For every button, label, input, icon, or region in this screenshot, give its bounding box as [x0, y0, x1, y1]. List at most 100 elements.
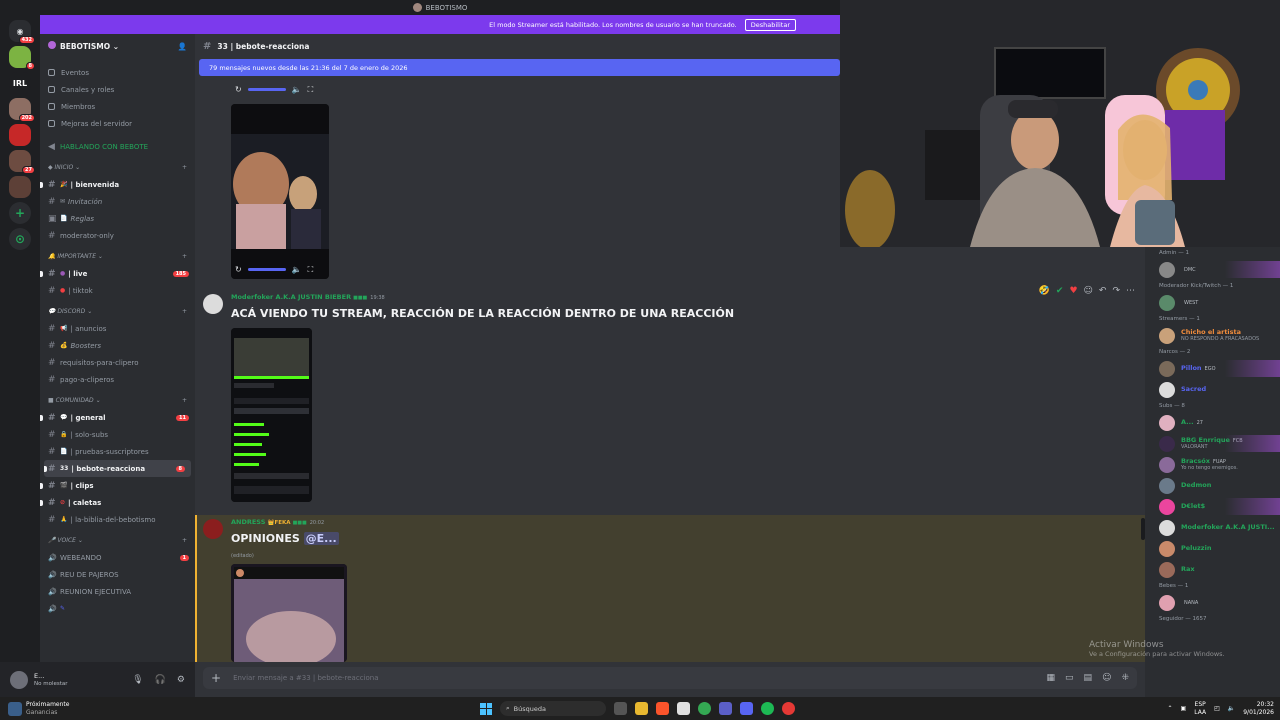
replay-icon[interactable]: ↻ — [235, 265, 242, 274]
weather-widget[interactable]: Próximamente Ganancias — [0, 701, 69, 716]
taskbar-search[interactable]: ⌕ Búsqueda — [500, 701, 606, 716]
volume-slider[interactable] — [247, 88, 286, 91]
image-attachment[interactable] — [231, 564, 347, 662]
category-voice[interactable]: 🎤 VOICE ⌄ + — [40, 532, 195, 549]
category-discord[interactable]: 💬 DISCORD ⌄ + — [40, 303, 195, 320]
sticker-icon[interactable]: ▤ — [1084, 673, 1093, 683]
server-icon-irl[interactable]: IRL — [9, 72, 31, 94]
channel-clips[interactable]: # 🎬 | clips — [40, 477, 195, 494]
volume-icon[interactable]: 🔈 — [292, 265, 302, 274]
author-avatar[interactable] — [203, 294, 223, 314]
voice-webeando[interactable]: 🔊 WEBEANDO 1 — [40, 549, 195, 566]
direct-messages-button[interactable]: ◉ 432 — [9, 20, 35, 44]
member-row[interactable]: WEST — [1145, 292, 1280, 313]
user-avatar[interactable] — [10, 670, 28, 689]
taskbar-clock[interactable]: 20:32 9/01/2026 — [1243, 701, 1274, 717]
channel-anuncios[interactable]: # 📢 | anuncios — [40, 320, 195, 337]
server-icon-3[interactable] — [9, 124, 31, 146]
settings-gear-icon[interactable]: ⚙ — [177, 675, 185, 685]
headphones-icon[interactable]: 🎧 — [155, 675, 166, 685]
member-row[interactable]: Moderfoker A.K.A JUSTI... — [1145, 517, 1280, 538]
apps-icon[interactable]: ⁜ — [1121, 673, 1129, 683]
channel-reglas[interactable]: ▣ 📄 Reglas — [40, 210, 195, 227]
spotify-icon[interactable] — [761, 702, 774, 715]
add-channel-icon[interactable]: + — [182, 308, 187, 315]
add-channel-icon[interactable]: + — [182, 397, 187, 404]
member-row[interactable]: DMC — [1145, 259, 1280, 280]
image-attachment[interactable] — [231, 328, 312, 502]
fullscreen-icon[interactable]: ⛶ — [308, 265, 314, 275]
nav-server-boosts[interactable]: Mejoras del servidor — [40, 115, 195, 132]
message-input[interactable]: + Enviar mensaje a #33 | bebote-reaccion… — [203, 667, 1137, 689]
emoji-icon[interactable]: ☺ — [1102, 673, 1111, 683]
tray-expand-icon[interactable]: ⌃ — [1168, 705, 1173, 712]
member-row[interactable]: Rax — [1145, 559, 1280, 580]
gift-icon[interactable]: ▦ — [1047, 673, 1056, 683]
member-row[interactable]: Dedmon — [1145, 475, 1280, 496]
volume-slider[interactable] — [247, 268, 286, 271]
file-explorer-icon[interactable] — [635, 702, 648, 715]
member-row[interactable]: A... 27 — [1145, 412, 1280, 433]
channel-pruebas[interactable]: # 📄 | pruebas-suscriptores — [40, 443, 195, 460]
member-row[interactable]: Bracsóx FUAP Yo no tengo enemigos. — [1145, 454, 1280, 475]
server-icon-5[interactable] — [9, 176, 31, 198]
channel-caletas[interactable]: # ⊘ | caletas — [40, 494, 195, 511]
channel-pago[interactable]: # pago-a-cliperos — [40, 371, 195, 388]
forward-icon[interactable]: ↷ — [1112, 286, 1120, 296]
add-server-button[interactable]: + — [9, 202, 31, 224]
check-reaction-icon[interactable]: ✔ — [1056, 286, 1064, 296]
gif-icon[interactable]: ▭ — [1065, 673, 1074, 683]
nav-members[interactable]: Miembros — [40, 98, 195, 115]
voice-reu-de-pajeros[interactable]: 🔊 REU DE PAJEROS — [40, 566, 195, 583]
microphone-icon[interactable]: 🎙 — [132, 675, 143, 685]
reply-icon[interactable]: ↶ — [1099, 286, 1107, 296]
voice-reunion-ejecutiva[interactable]: 🔊 REUNION EJECUTIVA — [40, 583, 195, 600]
category-inicio[interactable]: ◆ INICIO ⌄ + — [40, 159, 195, 176]
new-messages-bar[interactable]: 79 mensajes nuevos desde las 21:36 del 7… — [199, 59, 840, 76]
channel-general[interactable]: # 💬 | general 11 — [40, 409, 195, 426]
video-attachment[interactable] — [231, 104, 329, 279]
user-mention[interactable]: @E... — [303, 532, 339, 545]
server-header[interactable]: BEBOTISMO ⌄ 👤 — [40, 34, 195, 58]
add-attachment-icon[interactable]: + — [211, 671, 221, 685]
nav-channels-roles[interactable]: Canales y roles — [40, 81, 195, 98]
channel-requisitos[interactable]: # requisitos-para-clipero — [40, 354, 195, 371]
voice-channel-4[interactable]: 🔊 ✎ — [40, 600, 195, 617]
explore-servers-button[interactable]: ⊙ — [9, 228, 31, 250]
message-author[interactable]: Moderfoker A.K.A JUSTIN BIEBER ■■■ 19:38 — [231, 293, 385, 301]
tray-app-icon[interactable]: ▣ — [1181, 705, 1187, 712]
channel-invitacion[interactable]: # ✉ Invitación — [40, 193, 195, 210]
server-icon-1[interactable]: 8 — [9, 46, 35, 70]
member-row[interactable]: BBG Enrrique FCB VALORANT — [1145, 433, 1280, 454]
channel-bienvenida[interactable]: # 🎉 | bienvenida — [40, 176, 195, 193]
network-icon[interactable]: ◰ — [1214, 705, 1220, 712]
channel-boosters[interactable]: # 💰 Boosters — [40, 337, 195, 354]
member-row[interactable]: Chicho el artista NO RESPONDO A FRACASADO… — [1145, 325, 1280, 346]
reaction-icon[interactable]: 🤣 — [1039, 286, 1050, 296]
member-row[interactable]: Pillon EGO — [1145, 358, 1280, 379]
language-indicator[interactable]: ESP LAA — [1194, 701, 1206, 715]
server-icon-bebotismo[interactable]: 202 — [9, 98, 35, 122]
volume-icon[interactable]: 🔈 — [292, 85, 302, 94]
category-importante[interactable]: 🔔 IMPORTANTE ⌄ + — [40, 248, 195, 265]
channel-tiktok[interactable]: # ● | tiktok — [40, 282, 195, 299]
member-row[interactable]: NANA — [1145, 592, 1280, 613]
heart-reaction-icon[interactable]: ♥ — [1069, 286, 1077, 296]
obs-icon[interactable] — [782, 702, 795, 715]
windows-start-icon[interactable] — [480, 702, 492, 715]
channel-live[interactable]: # ● | live 185 — [40, 265, 195, 282]
volume-icon[interactable]: 🔈 — [1228, 705, 1235, 712]
discord-icon[interactable] — [740, 702, 753, 715]
task-view-icon[interactable] — [614, 702, 627, 715]
message-author[interactable]: ANDRESS 👑FEKA ■■■ 20:02 — [231, 518, 324, 526]
category-comunidad[interactable]: ■ COMUNIDAD ⌄ + — [40, 392, 195, 409]
app-icon[interactable] — [677, 702, 690, 715]
author-avatar[interactable] — [203, 519, 223, 539]
fullscreen-icon[interactable]: ⛶ — [308, 85, 314, 95]
member-row[interactable]: D€let$ — [1145, 496, 1280, 517]
channel-hablando-con-bebote[interactable]: ◀ HABLANDO CON BEBOTE — [40, 138, 195, 155]
channel-bebote-reacciona[interactable]: #33 | bebote-reacciona 8 — [44, 460, 191, 477]
server-icon-4[interactable]: 27 — [9, 150, 35, 174]
disable-streamer-mode-button[interactable]: Deshabilitar — [744, 18, 796, 31]
add-reaction-icon[interactable]: ☺ — [1084, 286, 1093, 296]
